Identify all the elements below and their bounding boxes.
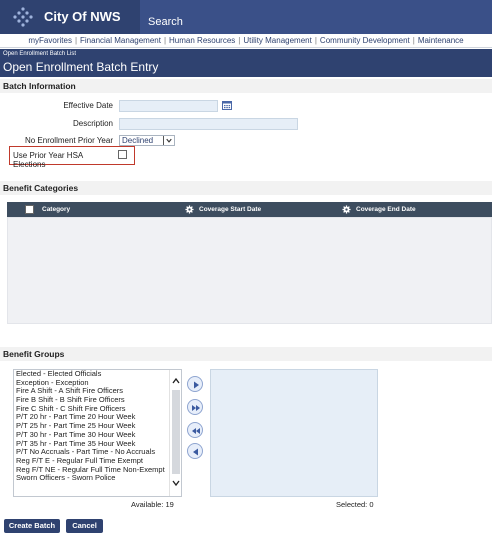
benefit-groups-heading: Benefit Groups [0, 347, 492, 361]
description-label: Description [72, 119, 113, 128]
main-nav: myFavorites | Financial Management | Human R… [0, 34, 492, 48]
gear-icon[interactable] [185, 205, 194, 214]
nav-separator: | [412, 36, 415, 45]
chevron-up-icon[interactable] [171, 376, 181, 386]
nav-item-maintenance[interactable]: Maintenance [418, 36, 464, 45]
hsa-elections-label: Use Prior Year HSA Elections [13, 151, 83, 169]
selected-count: Selected: 0 [336, 500, 374, 509]
benefit-categories-heading: Benefit Categories [0, 181, 492, 195]
effective-date-field[interactable] [119, 100, 218, 112]
available-list-scrollbar[interactable] [169, 370, 181, 496]
app-title[interactable]: City Of NWS [44, 9, 121, 24]
list-item[interactable]: Sworn Officers - Sworn Police [14, 474, 181, 483]
move-all-right-button[interactable] [187, 399, 203, 415]
create-batch-button[interactable]: Create Batch [4, 519, 60, 533]
scroll-thumb[interactable] [172, 390, 180, 474]
move-left-button[interactable] [187, 443, 203, 459]
cancel-button[interactable]: Cancel [66, 519, 103, 533]
top-bar: City Of NWS [0, 0, 492, 34]
arrow-left-icon [193, 448, 198, 456]
move-right-button[interactable] [187, 376, 203, 392]
description-field[interactable] [119, 118, 298, 130]
search-input[interactable] [140, 0, 492, 34]
page-header: Open Enrollment Batch List Open Enrollme… [0, 49, 492, 77]
no-enrollment-select[interactable]: Declined [119, 135, 175, 146]
selected-groups-list[interactable] [210, 369, 378, 497]
column-coverage-end-date[interactable]: Coverage End Date [356, 206, 416, 213]
no-enrollment-selected-value: Declined [122, 136, 154, 145]
nav-item-utility-management[interactable]: Utility Management [243, 36, 311, 45]
effective-date-label: Effective Date [63, 101, 113, 110]
nav-separator: | [163, 36, 167, 45]
double-arrow-left-icon [192, 428, 200, 434]
page-title: Open Enrollment Batch Entry [3, 60, 159, 74]
nav-separator: | [314, 36, 317, 45]
chevron-down-icon[interactable] [171, 478, 181, 488]
calendar-icon[interactable] [222, 101, 232, 110]
nav-separator: | [238, 36, 241, 45]
batch-information-heading: Batch Information [0, 79, 492, 93]
available-groups-list[interactable]: Elected - Elected Officials Exception - … [13, 369, 182, 497]
column-category[interactable]: Category [42, 206, 70, 213]
nav-item-human-resources[interactable]: Human Resources [169, 36, 235, 45]
gear-icon[interactable] [342, 205, 351, 214]
nav-item-financial-management[interactable]: Financial Management [80, 36, 161, 45]
column-coverage-start-date[interactable]: Coverage Start Date [199, 206, 261, 213]
move-all-left-button[interactable] [187, 422, 203, 438]
double-arrow-right-icon [192, 405, 200, 411]
nav-item-myfavorites[interactable]: myFavorites [28, 36, 72, 45]
chevron-down-icon [163, 136, 172, 145]
dotted-diamond-logo-icon [13, 7, 33, 27]
nav-separator: | [74, 36, 78, 45]
nav-item-community-development[interactable]: Community Development [320, 36, 410, 45]
hsa-elections-checkbox[interactable] [118, 150, 127, 159]
benefit-categories-table-header: Category Coverage Start Date Coverage En… [7, 202, 492, 217]
hsa-highlight-box: Use Prior Year HSA Elections [9, 146, 135, 169]
no-enrollment-label: No Enrollment Prior Year [24, 136, 113, 145]
available-count: Available: 19 [131, 500, 174, 509]
benefit-categories-table-body [7, 217, 492, 324]
arrow-right-icon [194, 381, 199, 389]
select-all-checkbox[interactable] [25, 205, 34, 214]
breadcrumb[interactable]: Open Enrollment Batch List [3, 51, 76, 57]
